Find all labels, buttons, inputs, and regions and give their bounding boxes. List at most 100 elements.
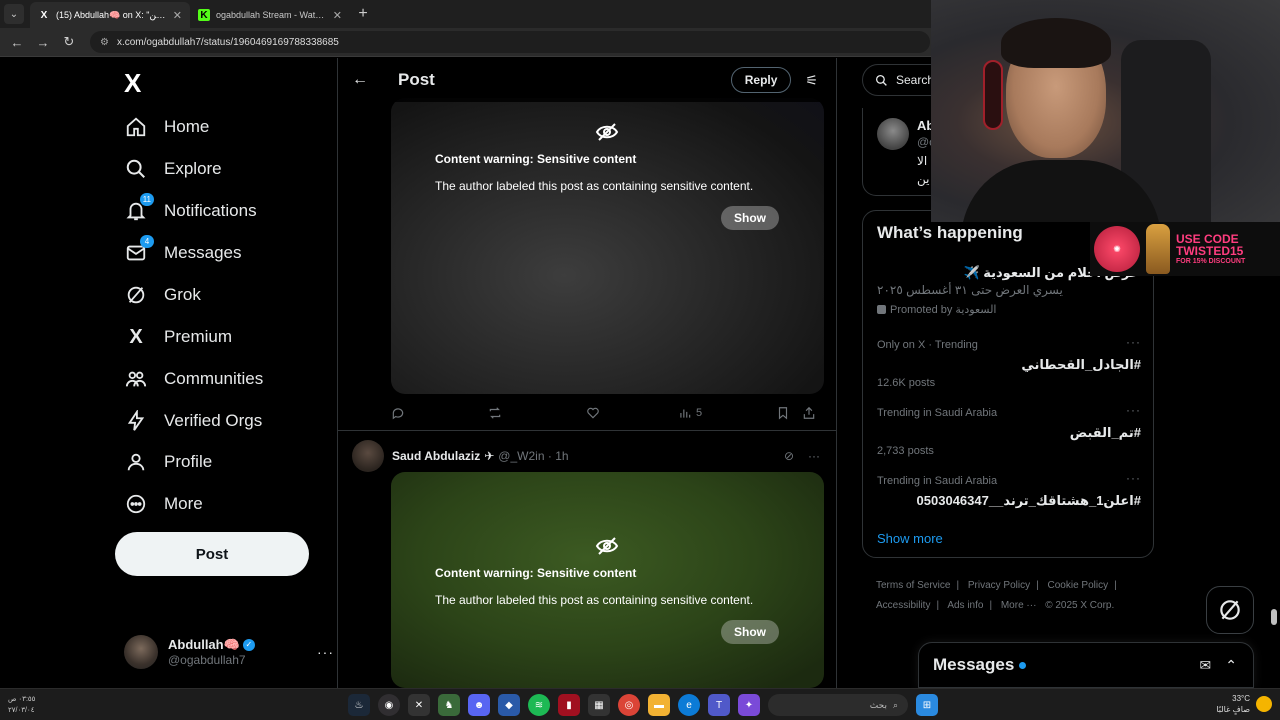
nav-label: More <box>164 494 203 513</box>
close-tab-icon[interactable]: ✕ <box>173 9 182 22</box>
grok-floating-button[interactable] <box>1206 586 1254 634</box>
tweet-more-icon[interactable]: ··· <box>808 449 820 463</box>
trend-item[interactable]: Trending in Saudi Arabia ··· #تم_القبض 2… <box>877 403 1141 457</box>
nav-item-home[interactable]: Home <box>124 106 209 148</box>
footer-link[interactable]: Privacy Policy <box>968 580 1030 591</box>
expand-up-icon[interactable]: ⌃ <box>1225 657 1237 674</box>
messages-drawer[interactable]: Messages ✉ ⌃ <box>918 642 1254 688</box>
grok-icon[interactable]: ⊘ <box>784 449 794 463</box>
account-switcher[interactable]: Abdullah🧠 ✓ @ogabdullah7 ··· <box>124 632 334 672</box>
sponsor-text: USE CODE TWISTED15 FOR 15% DISCOUNT <box>1176 233 1245 266</box>
app-icon[interactable]: ✕ <box>408 694 430 716</box>
reload-icon[interactable]: ↻ <box>58 31 80 53</box>
avatar[interactable] <box>877 118 909 150</box>
nav-item-grok[interactable]: Grok <box>124 274 201 316</box>
reply-icon[interactable] <box>391 406 488 420</box>
repost-icon[interactable] <box>488 406 586 420</box>
url-text: x.com/ogabdullah7/status/196046916978833… <box>116 36 339 48</box>
steam-icon[interactable]: ♨ <box>348 694 370 716</box>
site-info-icon[interactable]: ⚙ <box>100 37 109 48</box>
app-icon[interactable]: ▮ <box>558 694 580 716</box>
footer-sep: | <box>1114 580 1117 591</box>
footer-link[interactable]: Cookie Policy <box>1048 580 1109 591</box>
show-more-link[interactable]: Show more <box>877 531 943 546</box>
spotify-icon[interactable]: ≋ <box>528 694 550 716</box>
taskbar-search[interactable]: بحث ⌕ <box>768 694 908 716</box>
new-message-icon[interactable]: ✉ <box>1200 657 1212 674</box>
nav-item-profile[interactable]: Profile <box>124 441 212 483</box>
trend-more-icon[interactable]: ··· <box>1126 471 1141 485</box>
show-button[interactable]: Show <box>721 620 779 644</box>
tweet-time[interactable]: 1h <box>555 449 568 463</box>
footer-link[interactable]: Ads info <box>947 600 983 611</box>
nav-item-more[interactable]: More <box>124 483 203 525</box>
tab-search-menu-icon[interactable]: ⌄ <box>4 4 24 24</box>
reply-button[interactable]: Reply <box>730 67 792 93</box>
footer-link[interactable]: More ··· <box>1001 600 1037 611</box>
warning-description: The author labeled this post as containi… <box>435 593 754 607</box>
obs-icon[interactable]: ◉ <box>378 694 400 716</box>
store-icon[interactable]: ▦ <box>588 694 610 716</box>
new-tab-icon[interactable]: + <box>352 3 374 25</box>
app-icon[interactable]: ◆ <box>498 694 520 716</box>
game-icon[interactable]: ♞ <box>438 694 460 716</box>
discord-icon[interactable]: ☻ <box>468 694 490 716</box>
like-icon[interactable] <box>586 406 678 420</box>
tweet-author-name[interactable]: Saud Abdulaziz <box>392 449 480 463</box>
trend-more-icon[interactable]: ··· <box>1126 403 1141 417</box>
avatar[interactable] <box>352 440 384 472</box>
trend-more-icon[interactable]: ··· <box>1126 335 1141 349</box>
nav-item-premium[interactable]: X Premium <box>124 316 232 358</box>
x-logo-icon[interactable]: X <box>124 68 141 99</box>
tab-title: (15) Abdullah🧠 on X: "مع قرائن <box>56 9 167 20</box>
back-arrow-icon[interactable]: ← <box>352 71 372 89</box>
footer-link[interactable]: Accessibility <box>876 600 930 611</box>
post-button[interactable]: Post <box>115 532 309 576</box>
airplane-badge-icon: ✈ <box>484 449 495 463</box>
nav-item-explore[interactable]: Explore <box>124 148 222 190</box>
folder-icon[interactable]: ▬ <box>648 694 670 716</box>
nav-label: Home <box>164 117 210 136</box>
taskbar-clock[interactable]: ٠٣:٥٥ ص ٢٧/٠٣/٠٤ <box>8 694 35 716</box>
sponsor-logo-icon: ✺ <box>1094 226 1140 272</box>
eye-slash-icon <box>595 537 619 555</box>
sensitive-media[interactable]: Content warning: Sensitive content The a… <box>391 98 824 394</box>
teams-icon[interactable]: T <box>708 694 730 716</box>
browser-tab-x[interactable]: X (15) Abdullah🧠 on X: "مع قرائن ✕ <box>30 2 190 28</box>
show-button[interactable]: Show <box>721 206 779 230</box>
share-icon[interactable] <box>802 406 816 420</box>
edge-icon[interactable]: e <box>678 694 700 716</box>
windows-start-icon[interactable]: ⊞ <box>916 694 938 716</box>
close-tab-icon[interactable]: ✕ <box>333 9 342 22</box>
taskbar-weather[interactable]: 33°C صافٍ غالبًا <box>1216 693 1272 715</box>
nav-item-verified-orgs[interactable]: Verified Orgs <box>124 400 262 442</box>
back-icon[interactable]: ← <box>6 31 28 53</box>
nav-item-messages[interactable]: 4 Messages <box>124 232 241 274</box>
search-icon: ⌕ <box>892 699 898 710</box>
nav-item-notifications[interactable]: 11 Notifications <box>124 190 257 232</box>
address-bar[interactable]: ⚙ x.com/ogabdullah7/status/1960469169788… <box>90 31 930 53</box>
clock-date: ٢٧/٠٣/٠٤ <box>8 707 35 714</box>
messages-drawer-title: Messages <box>933 655 1015 674</box>
footer-link[interactable]: Terms of Service <box>876 580 950 591</box>
promoted-by: Promoted by السعودية <box>877 303 997 316</box>
app-icon[interactable]: ✦ <box>738 694 760 716</box>
sliders-icon[interactable]: ⚟ <box>805 72 818 89</box>
chrome-icon[interactable]: ◎ <box>618 694 640 716</box>
scrollbar[interactable] <box>1271 609 1277 625</box>
forward-icon[interactable]: → <box>32 31 54 53</box>
account-more-icon[interactable]: ··· <box>317 644 334 660</box>
bookmark-icon[interactable] <box>776 406 802 420</box>
eye-slash-icon <box>595 123 619 141</box>
views-stat[interactable]: 5 <box>678 406 776 420</box>
trend-item[interactable]: Only on X · Trending ··· #الجادل_القحطان… <box>877 335 1141 389</box>
trend-item[interactable]: Trending in Saudi Arabia ··· #اعلن1_هشتا… <box>877 471 1141 508</box>
views-count: 5 <box>696 407 703 419</box>
copyright: © 2025 X Corp. <box>1045 600 1115 611</box>
nav-label: Messages <box>164 243 242 262</box>
browser-tab-kick[interactable]: K ogabdullah Stream - Watch Live ✕ <box>190 2 350 28</box>
headset <box>983 60 1003 130</box>
sensitive-media[interactable]: Content warning: Sensitive content The a… <box>391 472 824 688</box>
tweet-author-handle[interactable]: @_W2in <box>498 449 544 463</box>
nav-item-communities[interactable]: Communities <box>124 358 263 400</box>
